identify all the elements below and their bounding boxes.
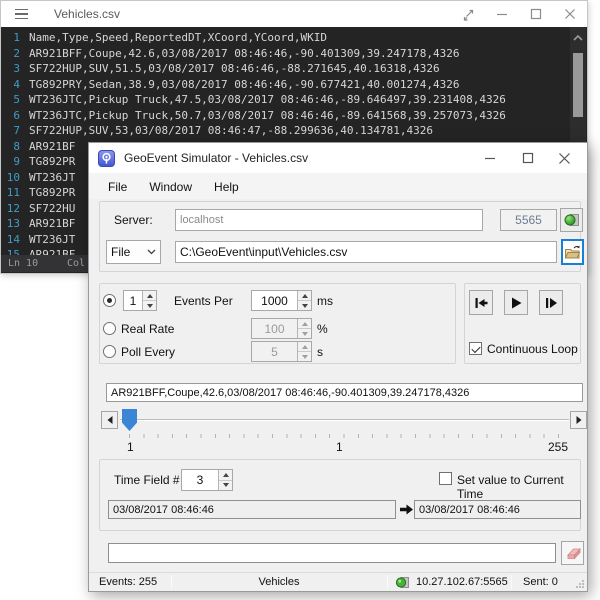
seconds-unit-label: s [317, 345, 323, 359]
slider-track[interactable] [120, 419, 569, 421]
events-per-label: Events Per [174, 294, 233, 308]
csv-line: 6WT236JTC,Pickup Truck,50.7,03/08/2017 0… [1, 108, 571, 124]
events-count-spinner[interactable]: 1 [123, 290, 157, 311]
scrollbar-thumb[interactable] [573, 53, 583, 117]
spin-up-icon[interactable] [219, 470, 232, 480]
feed-name: Vehicles [171, 576, 387, 588]
progress-field [108, 543, 556, 563]
time-field-spinner[interactable]: 3 [181, 469, 233, 491]
continuous-loop-label: Continuous Loop [487, 342, 578, 356]
minimize-button[interactable] [485, 1, 519, 27]
expand-icon[interactable] [451, 1, 485, 27]
slider-right-button[interactable] [570, 411, 587, 429]
server-host-field[interactable]: localhost [175, 209, 483, 231]
menu-bar: File Window Help [89, 173, 587, 199]
source-type-dropdown[interactable]: File [106, 240, 161, 264]
clear-button[interactable] [561, 541, 584, 565]
eraser-icon [564, 546, 581, 561]
step-forward-icon [544, 296, 558, 310]
green-ball-icon [395, 576, 410, 589]
events-count: Events: 255 [99, 576, 157, 588]
simulator-statusbar: Events: 255 Vehicles 10.27.102.67:5565 S… [89, 572, 587, 591]
close-button[interactable] [549, 143, 579, 173]
fixed-rate-radio[interactable] [103, 294, 116, 307]
set-current-time-checkbox[interactable] [439, 472, 452, 485]
step-forward-button[interactable] [539, 290, 563, 315]
editor-window-title: Vehicles.csv [54, 7, 120, 21]
menu-window[interactable]: Window [138, 175, 203, 199]
spin-down-icon[interactable] [143, 300, 156, 310]
arrow-left-icon [106, 415, 114, 425]
open-folder-icon [564, 244, 581, 260]
csv-line: 3SF722HUP,SUV,51.5,03/08/2017 08:46:46,-… [1, 61, 571, 77]
csv-line: 1Name,Type,Speed,ReportedDT,XCoord,YCoor… [1, 30, 571, 46]
spin-up-icon[interactable] [143, 291, 156, 300]
spin-down-icon[interactable] [298, 300, 311, 310]
time-field-label: Time Field # [114, 473, 180, 487]
real-rate-spinner: 100 [251, 318, 312, 339]
geoevent-simulator-window: GeoEvent Simulator - Vehicles.csv File W… [88, 142, 588, 592]
green-ball-icon [563, 212, 580, 228]
set-current-time-label: Set value to Current Time [457, 473, 587, 501]
time-to-field[interactable]: 03/08/2017 08:46:46 [414, 500, 581, 519]
server-label: Server: [114, 213, 153, 227]
skip-to-start-icon [474, 296, 489, 310]
simulator-titlebar: GeoEvent Simulator - Vehicles.csv [89, 143, 587, 173]
real-rate-label: Real Rate [121, 322, 174, 336]
step-to-start-button[interactable] [469, 290, 493, 315]
spin-up-icon[interactable] [298, 291, 311, 300]
slider-max-label: 255 [548, 440, 568, 454]
maximize-button[interactable] [513, 143, 543, 173]
minimize-button[interactable] [475, 143, 505, 173]
sent-count: Sent: 0 [523, 576, 558, 588]
slider-thumb[interactable] [122, 409, 137, 431]
menu-help[interactable]: Help [203, 175, 250, 199]
menu-file[interactable]: File [97, 175, 138, 199]
play-icon [510, 296, 523, 310]
editor-titlebar: Vehicles.csv [1, 1, 587, 27]
server-port-field[interactable]: 5565 [500, 209, 557, 231]
maximize-button[interactable] [519, 1, 553, 27]
slider-mid-label: 1 [336, 440, 343, 454]
csv-line: 2AR921BFF,Coupe,42.6,03/08/2017 08:46:46… [1, 46, 571, 62]
csv-line: 7SF722HUP,SUV,53,03/08/2017 08:46:47,-88… [1, 123, 571, 139]
geoevent-app-icon [98, 150, 115, 167]
poll-seconds-spinner: 5 [251, 341, 312, 362]
chevron-down-icon [147, 249, 156, 255]
slider-min-label: 1 [127, 440, 134, 454]
poll-every-radio[interactable] [103, 345, 116, 358]
scroll-up-icon[interactable] [571, 33, 585, 43]
resize-grip-icon[interactable] [575, 579, 585, 589]
connection-address: 10.27.102.67:5565 [416, 576, 508, 588]
arrow-right-icon [399, 502, 414, 517]
poll-every-label: Poll Every [121, 345, 175, 359]
real-rate-radio[interactable] [103, 322, 116, 335]
line-indicator: Ln 10 [8, 258, 38, 269]
arrow-right-icon [575, 415, 583, 425]
continuous-loop-checkbox[interactable] [469, 342, 482, 355]
current-event-field[interactable]: AR921BFF,Coupe,42.6,03/08/2017 08:46:46,… [106, 383, 583, 402]
file-path-field[interactable]: C:\GeoEvent\input\Vehicles.csv [175, 241, 557, 263]
connect-button[interactable] [560, 208, 583, 232]
csv-line: 4TG892PRY,Sedan,38.9,03/08/2017 08:46:46… [1, 77, 571, 93]
interval-ms-spinner[interactable]: 1000 [251, 290, 312, 311]
slider-ticks [129, 434, 571, 438]
percent-unit-label: % [317, 322, 328, 336]
play-button[interactable] [504, 290, 528, 315]
close-button[interactable] [553, 1, 587, 27]
column-indicator: Col [67, 258, 85, 269]
time-from-field[interactable]: 03/08/2017 08:46:46 [108, 500, 396, 519]
browse-file-button[interactable] [561, 239, 584, 265]
hamburger-menu-icon[interactable] [15, 9, 28, 20]
slider-left-button[interactable] [101, 411, 118, 429]
csv-line: 5WT236JTC,Pickup Truck,47.5,03/08/2017 0… [1, 92, 571, 108]
spin-down-icon[interactable] [219, 480, 232, 491]
simulator-window-title: GeoEvent Simulator - Vehicles.csv [124, 151, 308, 165]
ms-unit-label: ms [317, 294, 333, 308]
